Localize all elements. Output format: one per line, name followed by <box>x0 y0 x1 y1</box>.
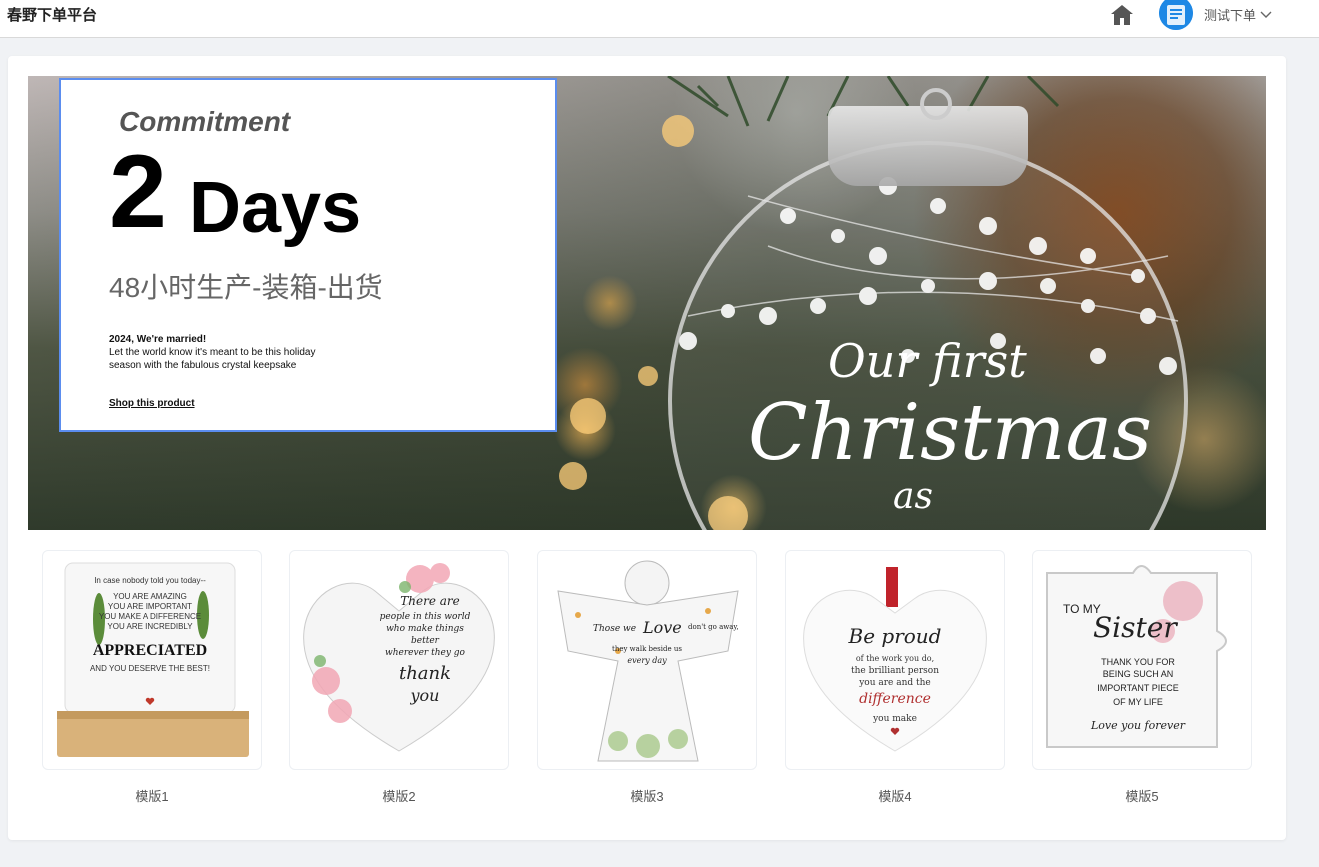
t1-line4: YOU MAKE A DIFFERENCE <box>99 612 201 621</box>
t3-line2: Love <box>642 618 682 637</box>
t1-line6: APPRECIATED <box>93 642 207 659</box>
t1-line2: YOU ARE AMAZING <box>113 592 187 601</box>
t4-line5: difference <box>859 691 931 707</box>
ornament-text-2: Christmas <box>748 388 1153 478</box>
user-menu[interactable]: 测试下单 <box>1204 5 1272 24</box>
t4-line3: the brilliant person <box>851 666 939 676</box>
t4-line2: of the work you do, <box>856 654 934 663</box>
template-label-1[interactable]: 模版1 <box>42 786 262 805</box>
promo-description: 2024, We're married! Let the world know … <box>109 333 329 372</box>
t5-line6: OF MY LIFE <box>1113 697 1163 707</box>
avatar[interactable] <box>1159 0 1193 30</box>
template-image-4: Be proud of the work you do, the brillia… <box>803 567 987 752</box>
promo-overlay: Commitment 2 Days 48小时生产-装箱-出货 2024, We'… <box>59 78 557 432</box>
t1-line3: YOU ARE IMPORTANT <box>108 602 192 611</box>
brand-title: 春野下单平台 <box>7 7 98 24</box>
template-card-2[interactable]: There are people in this world who make … <box>289 550 509 770</box>
ornament-text-3: as <box>893 476 933 517</box>
promo-line-2: Let the world know it's meant to be this… <box>109 347 316 371</box>
template-label-4[interactable]: 模版4 <box>785 786 1005 805</box>
template-card-1[interactable]: In case nobody told you today-- YOU ARE … <box>42 550 262 770</box>
days-number: 2 <box>109 134 167 250</box>
template-image-5: TO MY Sister THANK YOU FOR BEING SUCH AN… <box>1046 565 1227 748</box>
template-card-5[interactable]: TO MY Sister THANK YOU FOR BEING SUCH AN… <box>1032 550 1252 770</box>
t3-line3: don't go away, <box>688 623 739 631</box>
t5-line2: Sister <box>1093 611 1178 644</box>
home-icon <box>1111 5 1133 25</box>
production-subtitle: 48小时生产-装箱-出货 <box>109 272 383 303</box>
t4-line6: you make <box>872 714 917 724</box>
ornament-text-1: Our first <box>828 334 1027 388</box>
template-image-1: In case nobody told you today-- YOU ARE … <box>57 562 249 757</box>
t5-line7: Love you forever <box>1090 719 1186 732</box>
t2-line4: better <box>411 636 440 646</box>
template-label-2[interactable]: 模版2 <box>289 786 509 805</box>
template-image-2: There are people in this world who make … <box>303 563 495 752</box>
t2-line6: thank <box>399 663 451 684</box>
main-card: Our first Christmas as Commitment 2 Days… <box>8 56 1286 840</box>
template-label-3[interactable]: 模版3 <box>537 786 757 805</box>
t1-line7: AND YOU DESERVE THE BEST! <box>90 664 210 673</box>
top-bar: 春野下单平台 测试下单 <box>0 0 1319 38</box>
t5-line3: THANK YOU FOR <box>1101 657 1175 667</box>
banner[interactable]: Our first Christmas as Commitment 2 Days… <box>28 76 1266 530</box>
t2-line7: you <box>410 686 440 705</box>
t2-line5: wherever they go <box>385 648 465 658</box>
home-button[interactable] <box>1109 3 1135 27</box>
t4-line1: Be proud <box>848 624 942 648</box>
t1-line5: YOU ARE INCREDIBLY <box>107 622 193 631</box>
shop-product-link[interactable]: Shop this product <box>109 398 195 409</box>
chevron-down-icon <box>1260 11 1272 18</box>
template-card-4[interactable]: Be proud of the work you do, the brillia… <box>785 550 1005 770</box>
t3-line5: every day <box>627 656 667 665</box>
t2-line1: There are <box>400 594 459 608</box>
days-word: Days <box>189 168 362 248</box>
template-card-3[interactable]: Those we Love don't go away, they walk b… <box>537 550 757 770</box>
t4-line4: you are and the <box>858 678 931 688</box>
t3-line1: Those we <box>593 624 636 634</box>
t1-line1: In case nobody told you today-- <box>94 576 206 585</box>
ornament-ring <box>920 88 952 120</box>
t5-line4: BEING SUCH AN <box>1103 669 1174 679</box>
t5-line5: IMPORTANT PIECE <box>1097 683 1179 693</box>
promo-line-1: 2024, We're married! <box>109 334 207 345</box>
t2-line2: people in this world <box>380 612 471 622</box>
t2-line3: who make things <box>386 624 464 634</box>
template-label-5[interactable]: 模版5 <box>1032 786 1252 805</box>
avatar-icon <box>1159 0 1193 30</box>
t3-line4: they walk beside us <box>612 645 682 653</box>
template-image-3: Those we Love don't go away, they walk b… <box>557 560 739 762</box>
user-name: 测试下单 <box>1204 8 1257 23</box>
